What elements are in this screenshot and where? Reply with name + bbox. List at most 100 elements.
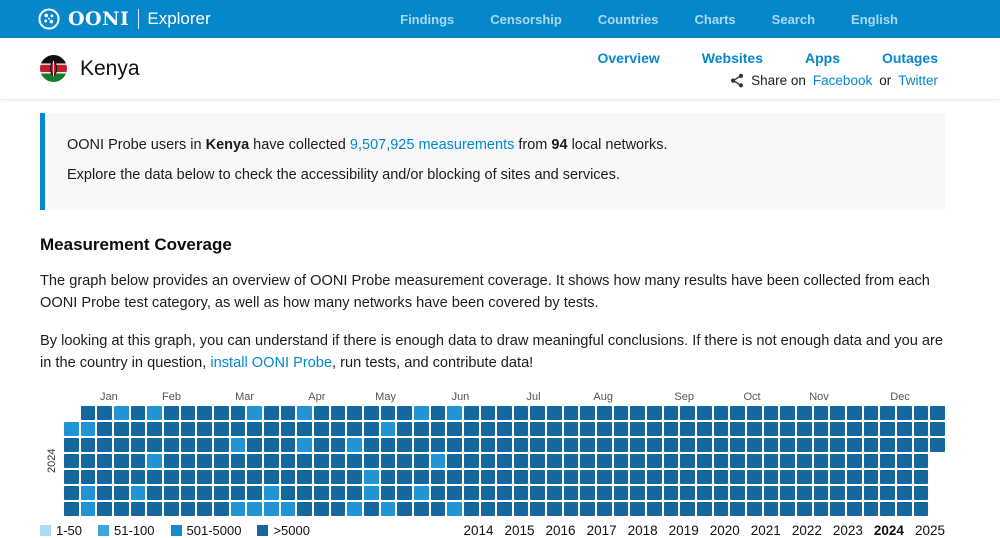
heatmap-cell[interactable] bbox=[164, 438, 179, 452]
heatmap-cell[interactable] bbox=[897, 486, 912, 500]
heatmap-cell[interactable] bbox=[547, 422, 562, 436]
heatmap-cell[interactable] bbox=[81, 486, 96, 500]
heatmap-cell[interactable] bbox=[514, 470, 529, 484]
heatmap-cell[interactable] bbox=[431, 406, 446, 420]
heatmap-cell[interactable] bbox=[747, 470, 762, 484]
heatmap-cell[interactable] bbox=[464, 406, 479, 420]
year-option-2022[interactable]: 2022 bbox=[792, 523, 822, 538]
heatmap-cell[interactable] bbox=[114, 486, 129, 500]
heatmap-cell[interactable] bbox=[264, 470, 279, 484]
heatmap-cell[interactable] bbox=[764, 438, 779, 452]
share-facebook-link[interactable]: Facebook bbox=[813, 73, 872, 88]
heatmap-cell[interactable] bbox=[447, 502, 462, 516]
heatmap-cell[interactable] bbox=[97, 470, 112, 484]
heatmap-cell[interactable] bbox=[564, 422, 579, 436]
heatmap-cell[interactable] bbox=[730, 422, 745, 436]
heatmap-cell[interactable] bbox=[547, 502, 562, 516]
heatmap-cell[interactable] bbox=[164, 486, 179, 500]
heatmap-cell[interactable] bbox=[664, 486, 679, 500]
heatmap-cell[interactable] bbox=[364, 470, 379, 484]
heatmap-cell[interactable] bbox=[630, 502, 645, 516]
heatmap-cell[interactable] bbox=[697, 454, 712, 468]
year-option-2021[interactable]: 2021 bbox=[751, 523, 781, 538]
heatmap-cell[interactable] bbox=[814, 406, 829, 420]
heatmap-cell[interactable] bbox=[664, 454, 679, 468]
heatmap-cell[interactable] bbox=[247, 454, 262, 468]
heatmap-cell[interactable] bbox=[381, 486, 396, 500]
heatmap-cell[interactable] bbox=[181, 454, 196, 468]
heatmap-cell[interactable] bbox=[164, 422, 179, 436]
heatmap-cell[interactable] bbox=[464, 454, 479, 468]
heatmap-cell[interactable] bbox=[297, 422, 312, 436]
heatmap-cell[interactable] bbox=[930, 406, 945, 420]
heatmap-cell[interactable] bbox=[864, 470, 879, 484]
heatmap-cell[interactable] bbox=[714, 486, 729, 500]
heatmap-cell[interactable] bbox=[481, 422, 496, 436]
heatmap-cell[interactable] bbox=[131, 454, 146, 468]
heatmap-cell[interactable] bbox=[64, 422, 79, 436]
heatmap-cell[interactable] bbox=[464, 422, 479, 436]
heatmap-cell[interactable] bbox=[797, 422, 812, 436]
tab-overview[interactable]: Overview bbox=[598, 50, 660, 66]
heatmap-cell[interactable] bbox=[897, 502, 912, 516]
heatmap-cell[interactable] bbox=[497, 454, 512, 468]
heatmap-cell[interactable] bbox=[264, 454, 279, 468]
heatmap-cell[interactable] bbox=[97, 486, 112, 500]
heatmap-cell[interactable] bbox=[830, 486, 845, 500]
heatmap-cell[interactable] bbox=[231, 406, 246, 420]
heatmap-cell[interactable] bbox=[597, 454, 612, 468]
nav-link-countries[interactable]: Countries bbox=[598, 12, 659, 27]
heatmap-cell[interactable] bbox=[231, 438, 246, 452]
measurements-count-link[interactable]: 9,507,925 measurements bbox=[350, 137, 514, 153]
heatmap-cell[interactable] bbox=[664, 406, 679, 420]
heatmap-cell[interactable] bbox=[680, 502, 695, 516]
tab-outages[interactable]: Outages bbox=[882, 50, 938, 66]
heatmap-cell[interactable] bbox=[614, 486, 629, 500]
heatmap-cell[interactable] bbox=[264, 486, 279, 500]
heatmap-cell[interactable] bbox=[564, 454, 579, 468]
heatmap-cell[interactable] bbox=[231, 486, 246, 500]
heatmap-cell[interactable] bbox=[64, 470, 79, 484]
heatmap-cell[interactable] bbox=[664, 422, 679, 436]
heatmap-cell[interactable] bbox=[497, 502, 512, 516]
heatmap-cell[interactable] bbox=[431, 438, 446, 452]
heatmap-cell[interactable] bbox=[897, 406, 912, 420]
heatmap-cell[interactable] bbox=[347, 486, 362, 500]
heatmap-cell[interactable] bbox=[131, 422, 146, 436]
heatmap-cell[interactable] bbox=[830, 470, 845, 484]
heatmap-cell[interactable] bbox=[730, 406, 745, 420]
heatmap-cell[interactable] bbox=[214, 486, 229, 500]
heatmap-cell[interactable] bbox=[630, 406, 645, 420]
heatmap-cell[interactable] bbox=[747, 486, 762, 500]
heatmap-cell[interactable] bbox=[114, 406, 129, 420]
heatmap-cell[interactable] bbox=[897, 470, 912, 484]
heatmap-cell[interactable] bbox=[281, 470, 296, 484]
heatmap-cell[interactable] bbox=[530, 470, 545, 484]
heatmap-cell[interactable] bbox=[547, 470, 562, 484]
heatmap-cell[interactable] bbox=[281, 422, 296, 436]
heatmap-cell[interactable] bbox=[614, 406, 629, 420]
heatmap-cell[interactable] bbox=[81, 454, 96, 468]
heatmap-cell[interactable] bbox=[497, 486, 512, 500]
heatmap-cell[interactable] bbox=[714, 502, 729, 516]
language-selector[interactable]: English bbox=[851, 12, 898, 27]
heatmap-cell[interactable] bbox=[431, 486, 446, 500]
heatmap-cell[interactable] bbox=[497, 438, 512, 452]
heatmap-cell[interactable] bbox=[830, 406, 845, 420]
heatmap-cell[interactable] bbox=[864, 438, 879, 452]
nav-link-findings[interactable]: Findings bbox=[400, 12, 454, 27]
heatmap-cell[interactable] bbox=[181, 422, 196, 436]
tab-apps[interactable]: Apps bbox=[805, 50, 840, 66]
heatmap-cell[interactable] bbox=[580, 406, 595, 420]
heatmap-cell[interactable] bbox=[181, 470, 196, 484]
heatmap-cell[interactable] bbox=[81, 438, 96, 452]
heatmap-cell[interactable] bbox=[447, 454, 462, 468]
brand-home-link[interactable]: OONI Explorer bbox=[38, 8, 211, 30]
heatmap-cell[interactable] bbox=[797, 454, 812, 468]
heatmap-cell[interactable] bbox=[630, 470, 645, 484]
heatmap-cell[interactable] bbox=[714, 470, 729, 484]
nav-link-charts[interactable]: Charts bbox=[694, 12, 735, 27]
heatmap-cell[interactable] bbox=[597, 406, 612, 420]
heatmap-cell[interactable] bbox=[347, 422, 362, 436]
heatmap-cell[interactable] bbox=[597, 502, 612, 516]
